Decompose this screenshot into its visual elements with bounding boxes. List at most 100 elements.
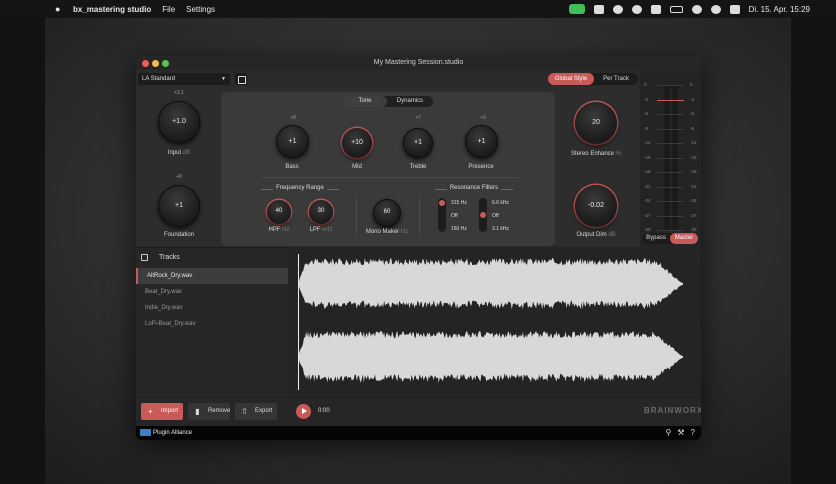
status-icon-2[interactable] [612,4,623,14]
status-icon-3[interactable] [631,4,642,14]
waveform-view[interactable] [288,247,701,397]
clock[interactable]: Di. 15. Apr. 15:29 [749,5,810,14]
res-low-bottom: 160 Hz [451,226,467,232]
mid-knob[interactable]: +10 [342,128,372,158]
lpf-knob[interactable]: 30 [309,200,333,224]
apple-menu-icon[interactable]: ● [55,4,65,14]
presence-label: Presence [468,164,494,170]
export-icon: ⇧ [241,407,248,416]
track-item[interactable]: Indie_Dry.wav [136,300,288,316]
meter-gridline [657,157,684,159]
resonance-low-switch[interactable] [438,198,446,232]
bypass-master-toggle: Bypass Master [642,233,698,244]
status-icon-1[interactable] [593,4,604,14]
style-toggle: Global Style Per Track [548,73,638,85]
output-dim-unit: dB [608,232,616,238]
presence-knob-value: +1 [477,138,486,145]
track-item[interactable]: AltRock_Dry.wav [136,268,288,284]
global-style-button[interactable]: Global Style [548,73,594,85]
bypass-button[interactable]: Bypass [642,233,670,244]
input-knob[interactable]: +1.0 [158,101,200,143]
preset-dropdown[interactable]: LA Standard ▼ [138,73,230,85]
hpf-knob[interactable]: 40 [267,200,291,224]
meter-tick-label: -9 [690,125,695,131]
master-button[interactable]: Master [670,233,698,244]
tracks-header: Tracks [136,248,288,268]
plugin-alliance-logo[interactable]: Plugin Alliance [140,429,192,436]
file-menu[interactable]: File [162,5,175,14]
divider [261,177,519,178]
app-menu[interactable]: bx_mastering studio [73,5,151,14]
meter-tick-label: 0 [644,82,647,87]
mono-maker-label-text: Mono Maker [365,229,400,235]
expand-icon[interactable] [141,254,148,261]
save-icon[interactable] [235,73,247,85]
meter-tick-label: -6 [644,111,649,116]
output-dim-knob-value: -0.02 [588,202,604,209]
stereo-enhance-label: Stereo Enhance % [558,151,634,157]
foundation-knob-peak: +8 [176,174,182,180]
bass-knob-peak: +8 [290,115,296,121]
tone-dynamics-tabs: Tone Dynamics [343,96,433,107]
playhead[interactable] [298,254,299,390]
resonance-high-switch[interactable] [479,198,487,232]
meter-tick-label: -21 [690,183,697,189]
lpf-unit: kHz [322,227,333,233]
mono-maker-knob-value: 60 [383,209,391,215]
separator-2 [419,198,420,234]
stereo-enhance-knob[interactable]: 20 [575,102,617,144]
battery-icon[interactable] [669,5,683,13]
per-track-button[interactable]: Per Track [594,73,638,85]
track-item[interactable]: Beat_Dry.wav [136,284,288,300]
controls-panel: +2.1 +1.0 Input dB +8 +1 Foundation Tone… [136,87,640,247]
tab-dynamics[interactable]: Dynamics [387,96,433,107]
meter-tick-label: -12 [690,140,697,145]
treble-label: Treble [409,164,427,170]
trash-icon: ▮ [195,407,200,416]
res-high-off: Off [492,213,499,219]
key-icon[interactable]: ⚲ [666,428,672,437]
hpf-label-text: HPF [268,227,281,233]
meter-tick-label: -12 [644,140,651,145]
search-icon[interactable] [710,4,721,14]
meter-tick-label: -21 [644,183,651,189]
output-dim-label-text: Output Dim [576,232,607,238]
settings-menu[interactable]: Settings [186,5,215,14]
remove-button[interactable]: ▮ Remove [188,403,230,420]
lpf-knob-value: 30 [317,208,325,214]
meter-tick-label: -9 [644,125,649,131]
meter-tick-label: -30 [644,227,651,232]
tab-tone[interactable]: Tone [343,96,387,107]
menu-bar: ● bx_mastering studio File Settings Di. … [0,0,836,18]
frequency-range-text: Frequency Range [273,185,327,191]
help-icon[interactable]: ? [691,428,695,437]
stereo-enhance-label-text: Stereo Enhance [570,151,614,157]
input-knob-peak: +2.1 [174,90,184,96]
toolbar: LA Standard ▼ Global Style Per Track [136,71,701,87]
foundation-knob[interactable]: +1 [158,185,200,227]
left-shadow [0,18,45,484]
track-item[interactable]: LoFi-Beat_Dry.wav [136,316,288,332]
export-label: Export [255,408,273,414]
frequency-range-title: Frequency Range [261,185,339,191]
facetime-icon[interactable] [568,4,585,14]
resonance-high-handle [480,212,486,218]
res-high-bottom: 3.1 kHz [492,226,509,232]
status-icon-4[interactable] [650,4,661,14]
export-button[interactable]: ⇧ Export [235,403,277,420]
input-unit: dB [182,150,191,156]
treble-knob[interactable]: +1 [403,128,433,158]
wrench-icon[interactable]: ⚒ [677,428,684,437]
control-center-icon[interactable] [729,4,740,14]
mono-maker-knob[interactable]: 60 [373,199,401,227]
window-title: My Mastering Session.studio [373,59,464,66]
bass-knob[interactable]: +1 [276,125,309,158]
play-button[interactable] [296,404,311,419]
import-button[interactable]: + Import [141,403,183,420]
meter-gridline [657,186,684,188]
wifi-icon[interactable] [691,4,702,14]
presence-knob[interactable]: +1 [465,125,498,158]
output-dim-knob[interactable]: -0.02 [575,185,617,227]
meter-tick-label: -15 [690,154,697,160]
tracks-title: Tracks [159,254,180,261]
